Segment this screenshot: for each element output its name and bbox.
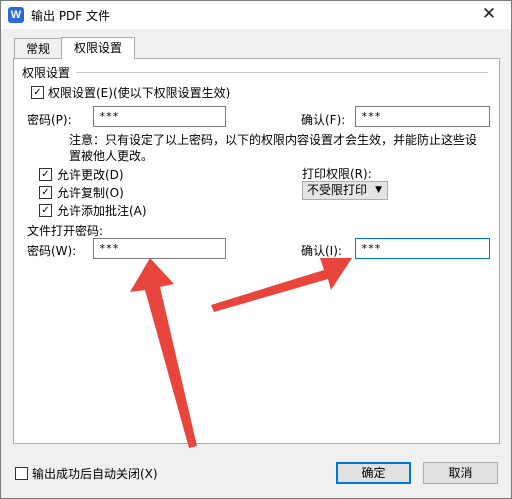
tab-permissions[interactable]: 权限设置 — [61, 37, 135, 60]
red-arrow-icon — [130, 258, 197, 448]
red-arrow-icon — [211, 258, 352, 312]
annotation-arrows — [130, 258, 352, 448]
